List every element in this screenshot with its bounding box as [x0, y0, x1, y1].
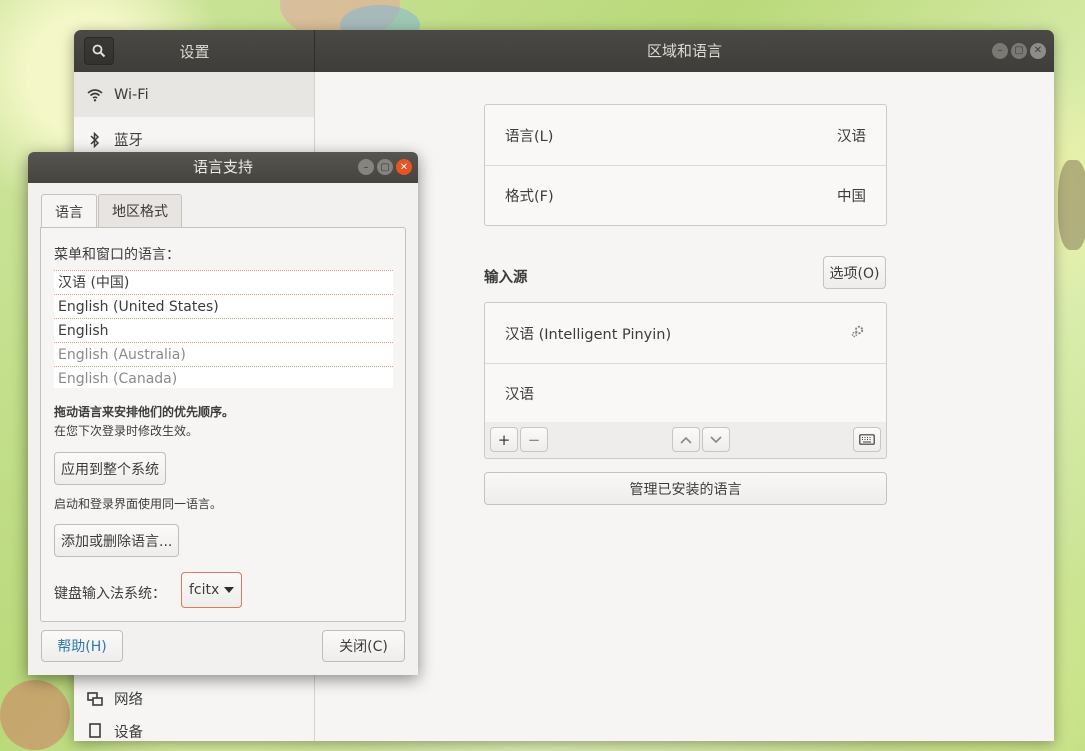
sidebar-item-devices[interactable]: 设备 — [74, 721, 314, 741]
input-source-item[interactable]: 汉语 — [485, 363, 886, 423]
sidebar-item-label: 设备 — [114, 725, 143, 741]
bluetooth-icon — [86, 131, 104, 149]
language-tab-pane: 菜单和窗口的语言： 汉语 (中国) English (United States… — [40, 227, 406, 622]
keyboard-input-label: 键盘输入法系统： — [54, 586, 166, 602]
minimize-button[interactable]: – — [358, 159, 374, 175]
sidebar-item-label: Wi-Fi — [114, 86, 149, 103]
language-row-label: 语言(L) — [505, 128, 554, 145]
gear-icon[interactable] — [850, 323, 866, 343]
maximize-button[interactable]: ▢ — [1011, 43, 1027, 59]
list-item[interactable]: English — [54, 318, 393, 342]
minimize-button[interactable]: – — [992, 43, 1008, 59]
chevron-down-icon — [710, 435, 722, 443]
language-list[interactable]: 汉语 (中国) English (United States) English … — [54, 270, 393, 388]
settings-titlebar: 设置 区域和语言 – ▢ ✕ — [74, 30, 1054, 72]
language-row[interactable]: 语言(L) 汉语 — [485, 105, 886, 165]
manage-languages-button[interactable]: 管理已安装的语言 — [484, 472, 887, 505]
dialog-window-controls: – ▢ ✕ — [358, 159, 412, 175]
help-button[interactable]: 帮助(H) — [41, 630, 123, 662]
sidebar-item-network[interactable]: 网络 — [74, 676, 314, 721]
wallpaper-decoration — [1058, 160, 1085, 250]
input-sources-title: 输入源 — [484, 270, 528, 286]
remove-input-source-button[interactable]: − — [520, 427, 548, 452]
language-support-dialog: 语言支持 – ▢ ✕ 语言 地区格式 菜单和窗口的语言： 汉语 (中国) Eng… — [28, 152, 418, 675]
login-screen-hint: 启动和登录界面使用同一语言。 — [54, 497, 223, 511]
language-format-list: 语言(L) 汉语 格式(F) 中国 — [484, 104, 887, 226]
input-sources-toolbar: + − — [484, 422, 887, 459]
options-button[interactable]: 选项(O) — [823, 256, 886, 289]
input-source-item[interactable]: 汉语 (Intelligent Pinyin) — [485, 303, 886, 363]
wifi-icon — [86, 86, 104, 104]
window-controls: – ▢ ✕ — [992, 43, 1046, 59]
dialog-tabs: 语言 地区格式 — [41, 194, 182, 228]
sidebar-title: 设置 — [179, 42, 210, 61]
format-row-value: 中国 — [837, 189, 866, 205]
list-item[interactable]: English (Canada) — [54, 366, 393, 388]
language-list-label: 菜单和窗口的语言： — [54, 247, 180, 263]
window-title: 区域和语言 – ▢ ✕ — [315, 30, 1054, 72]
format-row-label: 格式(F) — [505, 189, 554, 205]
dialog-titlebar: 语言支持 – ▢ ✕ — [28, 152, 418, 183]
devices-icon — [86, 721, 104, 739]
sidebar-header: 设置 — [74, 30, 315, 72]
close-button[interactable]: ✕ — [1030, 43, 1046, 59]
dialog-title: 语言支持 — [192, 158, 253, 176]
tab-regional-formats[interactable]: 地区格式 — [98, 194, 182, 227]
list-item[interactable]: English (Australia) — [54, 342, 393, 366]
add-input-source-button[interactable]: + — [490, 427, 518, 452]
add-remove-languages-button[interactable]: 添加或删除语言... — [54, 524, 180, 557]
close-button[interactable]: ✕ — [396, 159, 412, 175]
network-icon — [86, 690, 104, 708]
drag-hint: 拖动语言来安排他们的优先顺序。 — [54, 405, 235, 419]
move-down-button[interactable] — [702, 427, 730, 452]
input-source-label: 汉语 — [505, 387, 534, 403]
sidebar-item-wifi[interactable]: Wi-Fi — [74, 72, 314, 117]
window-title-text: 区域和语言 — [646, 42, 722, 60]
keyboard-input-select[interactable]: fcitx — [181, 572, 242, 608]
list-item[interactable]: 汉语 (中国) — [54, 270, 393, 294]
chevron-up-icon — [680, 436, 692, 444]
move-up-button[interactable] — [672, 427, 700, 452]
dialog-close-button[interactable]: 关闭(C) — [322, 630, 405, 662]
effect-hint: 在您下次登录时修改生效。 — [54, 424, 199, 438]
apply-system-wide-button[interactable]: 应用到整个系统 — [54, 452, 166, 485]
language-row-value: 汉语 — [837, 128, 866, 145]
input-sources-list: 汉语 (Intelligent Pinyin) 汉语 — [484, 302, 887, 424]
input-source-label: 汉语 (Intelligent Pinyin) — [505, 326, 672, 343]
maximize-button[interactable]: ▢ — [377, 159, 393, 175]
wallpaper-decoration — [0, 680, 70, 750]
list-item[interactable]: English (United States) — [54, 294, 393, 318]
dropdown-arrow-icon — [224, 587, 234, 593]
keyboard-layout-button[interactable] — [853, 427, 881, 452]
tab-language[interactable]: 语言 — [41, 194, 97, 228]
sidebar-item-label: 蓝牙 — [114, 133, 143, 149]
sidebar-item-label: 网络 — [114, 692, 143, 708]
format-row[interactable]: 格式(F) 中国 — [485, 165, 886, 225]
keyboard-input-value: fcitx — [189, 582, 220, 598]
keyboard-icon — [859, 434, 875, 445]
